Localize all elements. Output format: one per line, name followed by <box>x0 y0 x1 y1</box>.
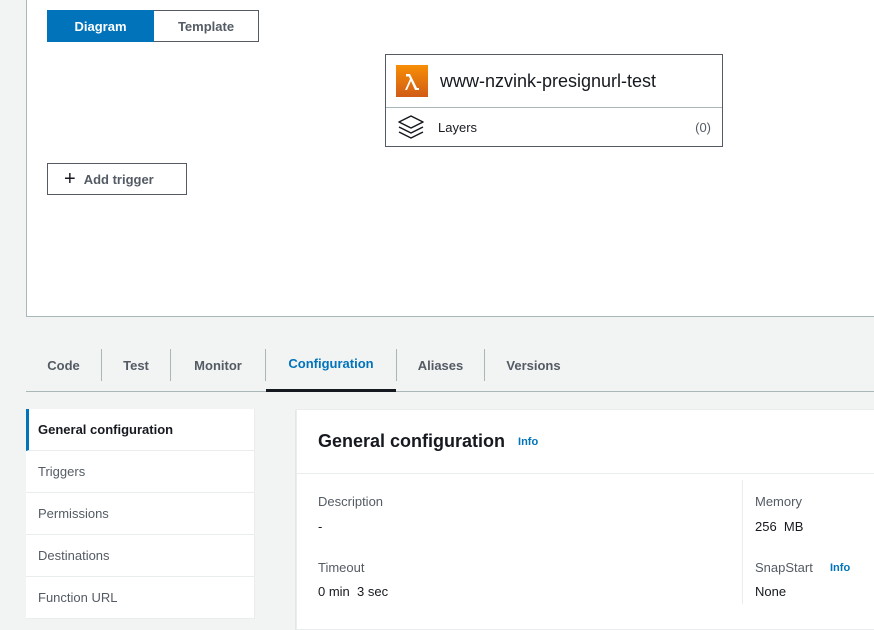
description-value: - <box>318 519 323 534</box>
tab-aliases[interactable]: Aliases <box>397 338 484 392</box>
function-card[interactable]: www-nzvink-presignurl-test Layers (0) <box>385 54 723 147</box>
memory-value: 256 MB <box>755 519 804 534</box>
function-tabs: Code Test Monitor Configuration Aliases … <box>26 338 874 392</box>
plus-icon: + <box>64 168 76 190</box>
view-toggle: Diagram Template <box>47 10 259 42</box>
tab-versions[interactable]: Versions <box>485 338 582 392</box>
memory-label: Memory <box>755 494 802 509</box>
snapstart-label: SnapStart <box>755 560 813 575</box>
add-trigger-label: Add trigger <box>83 171 154 187</box>
info-link[interactable]: Info <box>518 436 538 448</box>
column-divider <box>742 480 743 604</box>
sidenav-item-destinations[interactable]: Destinations <box>26 535 255 577</box>
description-label: Description <box>318 494 384 509</box>
template-toggle-button[interactable]: Template <box>154 10 259 42</box>
timeout-value: 0 min 3 sec <box>318 584 389 599</box>
tab-configuration[interactable]: Configuration <box>266 338 396 392</box>
sidenav-item-function-url[interactable]: Function URL <box>26 577 255 619</box>
diagram-toggle-button[interactable]: Diagram <box>47 10 154 42</box>
panel-title: General configuration <box>318 431 506 451</box>
tab-code[interactable]: Code <box>26 338 101 392</box>
sidenav-item-general-configuration[interactable]: General configuration <box>26 409 255 451</box>
layers-icon <box>398 115 424 139</box>
configuration-sidenav: General configuration Triggers Permissio… <box>26 409 255 619</box>
add-trigger-button[interactable]: + Add trigger <box>47 163 187 195</box>
function-name: www-nzvink-presignurl-test <box>440 70 657 91</box>
lambda-icon <box>396 65 428 97</box>
layers-count: (0) <box>695 119 711 135</box>
tab-monitor[interactable]: Monitor <box>171 338 265 392</box>
general-configuration-panel: General configuration Info Description -… <box>296 409 874 630</box>
sidenav-item-triggers[interactable]: Triggers <box>26 451 255 493</box>
function-card-header: www-nzvink-presignurl-test <box>386 55 722 108</box>
layers-row[interactable]: Layers (0) <box>386 108 722 146</box>
snapstart-value: None <box>755 584 787 599</box>
layers-label: Layers <box>438 119 478 135</box>
sidenav-item-permissions[interactable]: Permissions <box>26 493 255 535</box>
timeout-label: Timeout <box>318 560 365 575</box>
panel-header: General configuration Info <box>297 410 874 474</box>
tab-test[interactable]: Test <box>102 338 170 392</box>
function-overview-diagram <box>26 0 874 317</box>
snapstart-info-link[interactable]: Info <box>830 562 850 574</box>
